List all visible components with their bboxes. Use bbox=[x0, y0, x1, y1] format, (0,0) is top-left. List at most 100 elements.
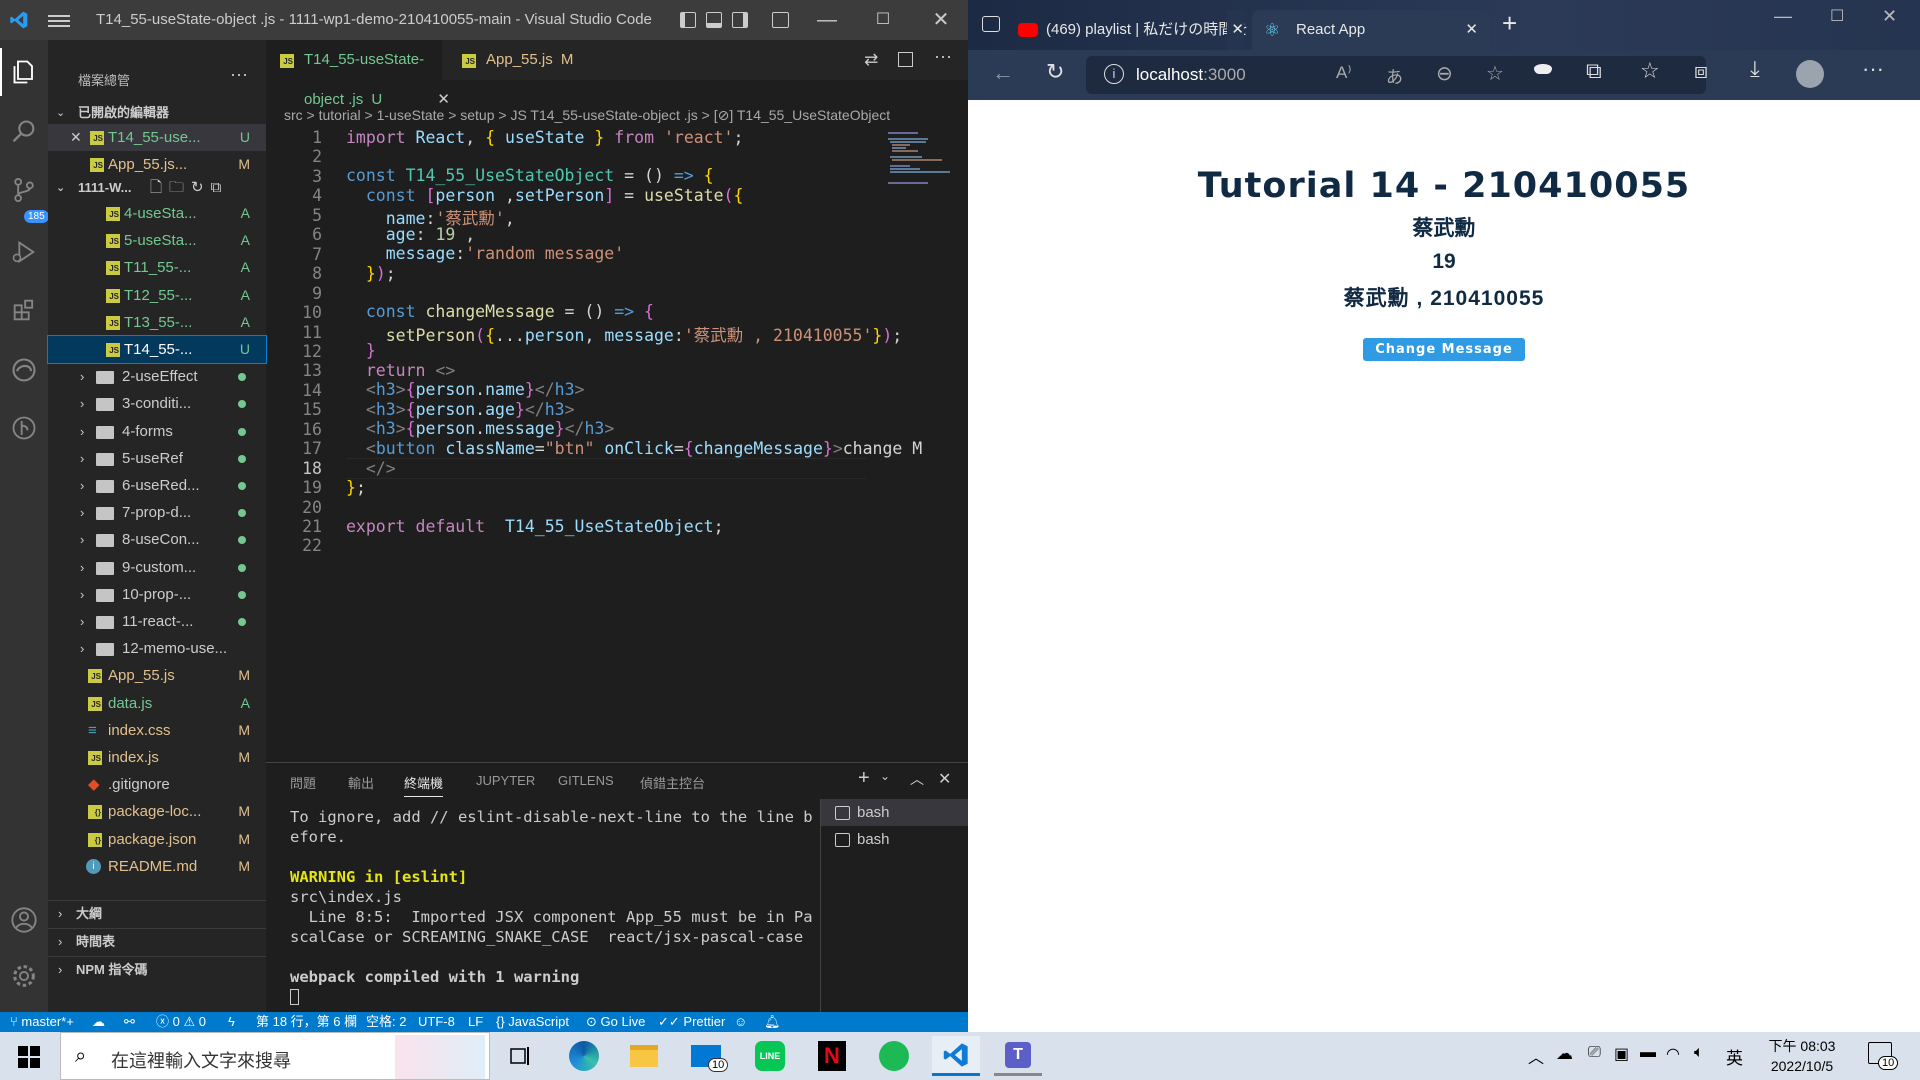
folder-item[interactable]: › 3-conditi... bbox=[48, 390, 266, 417]
chevron-down-icon[interactable]: ⌄ bbox=[880, 769, 890, 783]
account-icon[interactable] bbox=[0, 896, 48, 944]
folder-item[interactable]: › 4-forms bbox=[48, 418, 266, 445]
folder-item[interactable]: › 6-useRed... bbox=[48, 472, 266, 499]
extensions-icon[interactable] bbox=[0, 286, 48, 334]
file-item[interactable]: {} package.json M bbox=[48, 826, 266, 853]
volume-icon[interactable]: 🔈︎ bbox=[1694, 1044, 1704, 1062]
sync-icon[interactable]: ☁ bbox=[92, 1012, 105, 1032]
open-editor-item[interactable]: ✕ JS T14_55-use... U bbox=[48, 124, 266, 151]
teams-icon[interactable]: T bbox=[994, 1036, 1042, 1076]
vpn-icon[interactable] bbox=[1534, 64, 1552, 74]
battery-icon[interactable]: ▬ bbox=[1640, 1044, 1656, 1062]
close-button[interactable]: ✕ bbox=[924, 6, 958, 34]
folder-item[interactable]: › 10-prop-... bbox=[48, 581, 266, 608]
line-ending[interactable]: LF bbox=[468, 1012, 483, 1032]
file-item[interactable]: JS index.js M bbox=[48, 744, 266, 771]
feedback-icon[interactable]: ☺ bbox=[734, 1012, 747, 1032]
address-bar[interactable]: i localhost:3000 A⁾ あ ⊖ ☆ bbox=[1086, 56, 1706, 94]
file-item[interactable]: ≡ index.css M bbox=[48, 717, 266, 744]
close-tab-icon[interactable]: ✕ bbox=[1465, 10, 1478, 50]
file-item[interactable]: i README.md M bbox=[48, 853, 266, 880]
tab-t14-usestate-object[interactable]: JS T14_55-useState-object .js U ✕ bbox=[266, 40, 450, 108]
mail-icon[interactable]: 10 bbox=[682, 1036, 730, 1076]
explorer-actions-icons[interactable]: 🗋🗀↻⧉ bbox=[150, 176, 228, 200]
change-message-button[interactable]: Change Message bbox=[1363, 338, 1525, 361]
notifications-icon[interactable]: 🔔︎ bbox=[764, 1012, 781, 1032]
minimize-button[interactable]: — bbox=[810, 6, 844, 34]
minimap[interactable] bbox=[886, 128, 966, 188]
gitlens-icon[interactable] bbox=[0, 404, 48, 452]
file-item[interactable]: ◆ .gitignore bbox=[48, 771, 266, 798]
file-item[interactable]: JS T11_55-... A bbox=[48, 254, 266, 281]
zoom-icon[interactable]: ⊖ bbox=[1436, 61, 1453, 86]
tab-output[interactable]: 輸出 bbox=[348, 773, 374, 792]
site-info-icon[interactable]: i bbox=[1104, 64, 1124, 84]
folder-item[interactable]: › 12-memo-use... bbox=[48, 635, 266, 662]
toggle-sidebar-icon[interactable] bbox=[680, 12, 696, 28]
file-item[interactable]: JS App_55.js M bbox=[48, 662, 266, 689]
sidebar-section[interactable]: › 時間表 bbox=[48, 928, 266, 954]
minimize-button[interactable]: — bbox=[1774, 6, 1792, 27]
onedrive-icon[interactable]: ☁ bbox=[1556, 1044, 1573, 1064]
tab-terminal[interactable]: 終端機 bbox=[404, 773, 444, 797]
extensions-icon[interactable]: ⧉ bbox=[1586, 58, 1602, 84]
search-icon[interactable] bbox=[0, 108, 48, 156]
open-editor-item[interactable]: JS App_55.js... M bbox=[48, 151, 266, 178]
cursor-position[interactable]: 第 18 行，第 6 欄 bbox=[256, 1012, 357, 1032]
sidebar-section[interactable]: › NPM 指令碼 bbox=[48, 956, 266, 982]
netflix-icon[interactable]: N bbox=[808, 1036, 856, 1076]
tab-jupyter[interactable]: JUPYTER bbox=[476, 773, 535, 788]
collections-icon[interactable]: ⧈ bbox=[1694, 58, 1708, 84]
problems-status[interactable]: ⓧ 0 ⚠ 0 bbox=[156, 1012, 206, 1032]
clock[interactable]: 下午 08:03 2022/10/5 bbox=[1760, 1036, 1844, 1076]
favorite-add-icon[interactable]: ☆ bbox=[1486, 61, 1504, 86]
favorites-icon[interactable]: ☆ bbox=[1640, 58, 1660, 84]
tab-debug-console[interactable]: 偵錯主控台 bbox=[640, 773, 705, 792]
source-control-icon[interactable] bbox=[0, 166, 48, 214]
back-icon[interactable]: ← bbox=[992, 60, 1014, 86]
encoding[interactable]: UTF-8 bbox=[418, 1012, 455, 1032]
file-item[interactable]: JS data.js A bbox=[48, 690, 266, 717]
tab-problems[interactable]: 問題 bbox=[290, 773, 316, 792]
breadcrumb[interactable]: src > tutorial > 1-useState > setup > JS… bbox=[266, 104, 968, 126]
new-terminal-icon[interactable]: + bbox=[858, 767, 870, 790]
tab-youtube-playlist[interactable]: (469) playlist | 私だけの時間を楽 ✕ bbox=[1012, 10, 1248, 50]
more-actions-icon[interactable]: ··· bbox=[230, 64, 248, 85]
tab-app55[interactable]: JS App_55.js M bbox=[448, 40, 588, 80]
compare-changes-icon[interactable]: ⇄ bbox=[864, 50, 878, 70]
tab-gitlens[interactable]: GITLENS bbox=[558, 773, 614, 788]
toggle-secondary-sidebar-icon[interactable] bbox=[732, 12, 748, 28]
ime-indicator[interactable]: 英 bbox=[1726, 1044, 1743, 1069]
file-item[interactable]: JS 5-useSta... A bbox=[48, 227, 266, 254]
meet-now-icon[interactable]: ⎚ bbox=[1588, 1044, 1601, 1062]
run-debug-icon[interactable] bbox=[0, 228, 48, 276]
start-windows-icon[interactable] bbox=[18, 1046, 40, 1068]
customize-layout-icon[interactable] bbox=[772, 12, 789, 28]
edge-taskbar-icon[interactable] bbox=[560, 1036, 608, 1076]
folder-item[interactable]: › 9-custom... bbox=[48, 554, 266, 581]
explorer-icon[interactable] bbox=[0, 48, 48, 96]
file-explorer-icon[interactable] bbox=[620, 1036, 668, 1076]
file-item[interactable]: JS T12_55-... A bbox=[48, 282, 266, 309]
folder-item[interactable]: › 8-useCon... bbox=[48, 526, 266, 553]
split-editor-icon[interactable] bbox=[898, 52, 913, 67]
indentation[interactable]: 空格: 2 bbox=[366, 1012, 406, 1032]
task-view-icon[interactable] bbox=[496, 1036, 544, 1076]
edge-devtools-icon[interactable] bbox=[0, 346, 48, 394]
refresh-icon[interactable]: ↻ bbox=[1046, 59, 1064, 85]
terminal-output[interactable]: To ignore, add // eslint-disable-next-li… bbox=[290, 807, 830, 1005]
editor-more-icon[interactable]: ··· bbox=[934, 46, 952, 67]
close-window-button[interactable]: ✕ bbox=[1882, 6, 1897, 27]
terminal-session[interactable]: bash bbox=[821, 799, 968, 826]
folder-item[interactable]: › 7-prop-d... bbox=[48, 499, 266, 526]
spotify-icon[interactable] bbox=[870, 1036, 918, 1076]
settings-more-icon[interactable]: ··· bbox=[1862, 56, 1884, 82]
wifi-icon[interactable]: ◠ bbox=[1666, 1044, 1680, 1064]
code-editor[interactable]: 1 2 3 4 5 6 7 8 9 10 11 12 13 14 15 16 17 18 19 20 21 22 impo… bbox=[266, 128, 922, 658]
file-item[interactable]: JS T14_55-... U bbox=[47, 335, 267, 364]
lightning-icon[interactable]: ϟ bbox=[228, 1012, 235, 1032]
file-item[interactable]: {} package-loc... M bbox=[48, 798, 266, 825]
folder-item[interactable]: › 11-react-... bbox=[48, 608, 266, 635]
toggle-panel-icon[interactable] bbox=[706, 12, 722, 28]
folder-item[interactable]: › 2-useEffect bbox=[48, 363, 266, 390]
